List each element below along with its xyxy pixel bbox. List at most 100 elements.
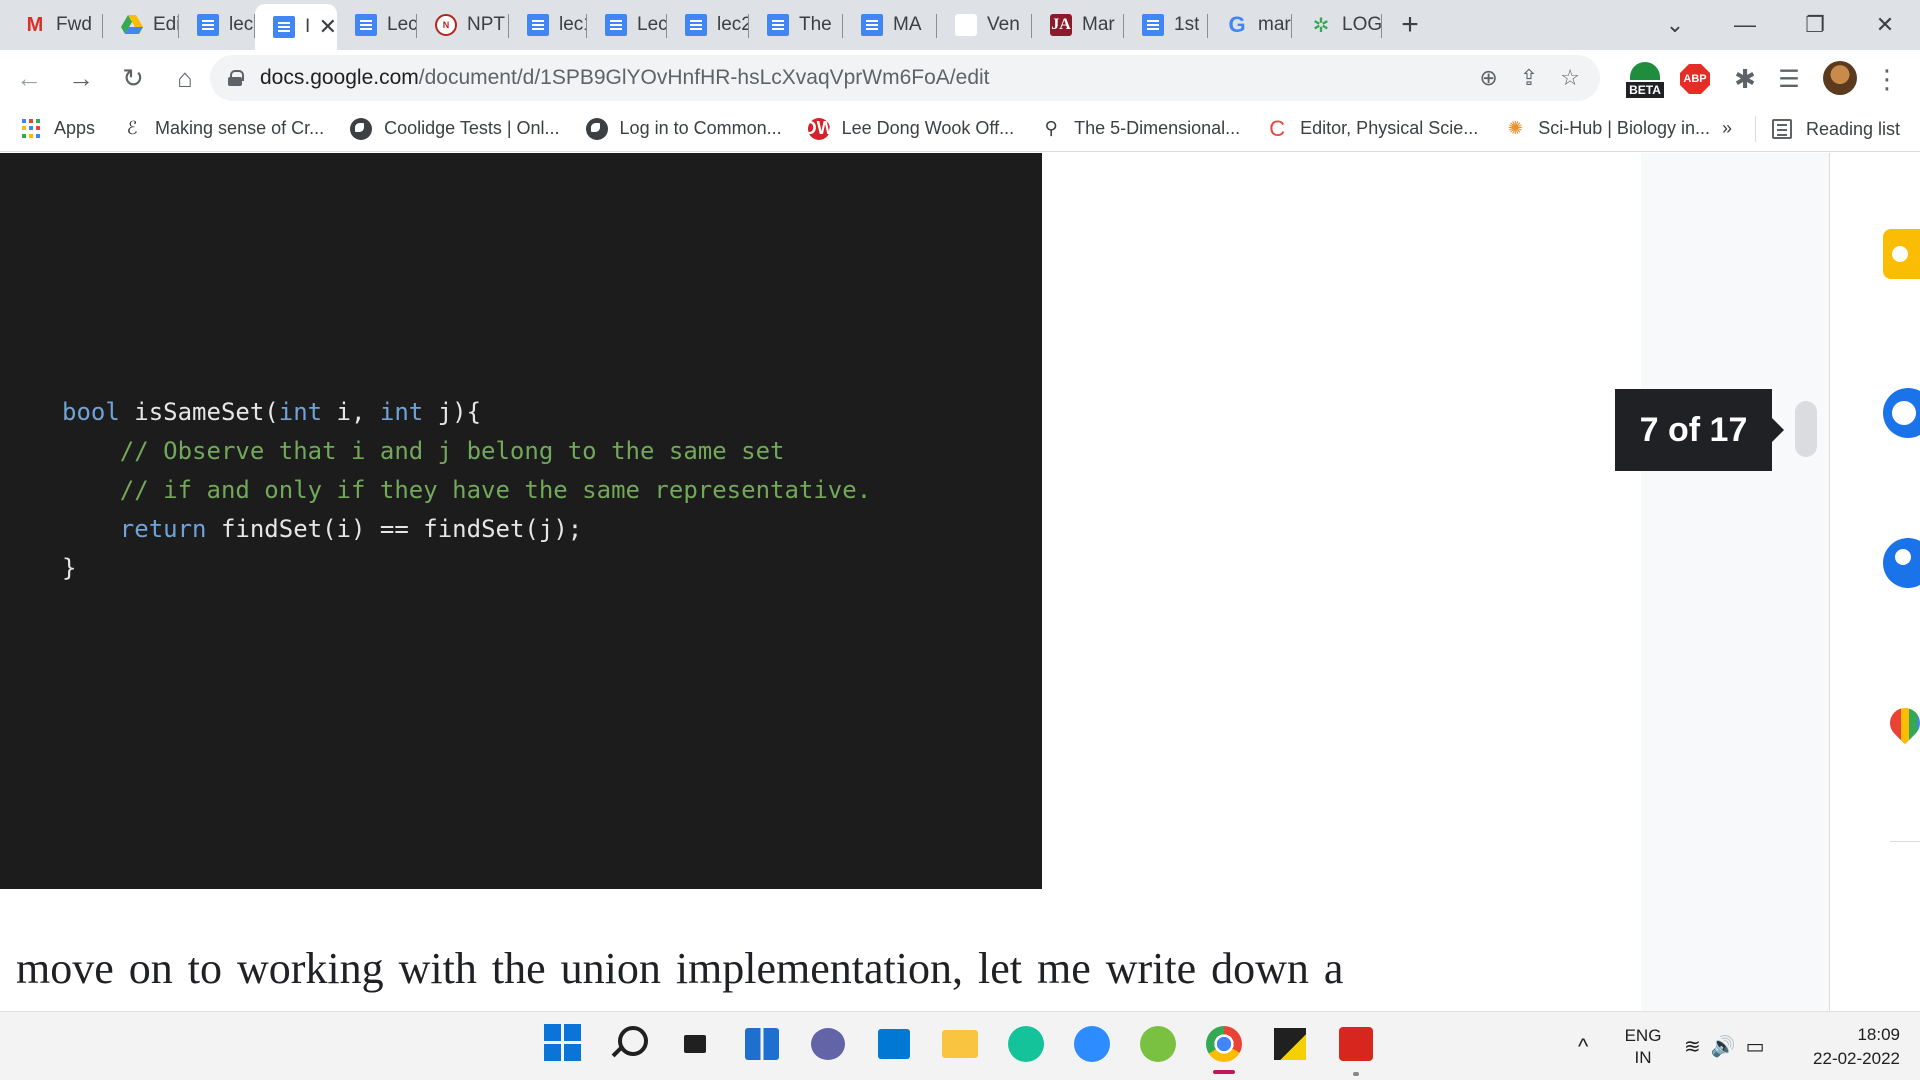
bookmarks-overflow-chevron-icon[interactable]: » — [1722, 118, 1732, 139]
docs-icon — [767, 14, 789, 36]
back-button[interactable]: ← — [6, 55, 52, 101]
task-view-icon[interactable] — [675, 1024, 715, 1064]
tab-5[interactable]: N NPT — [417, 0, 509, 50]
sticky-notes-icon[interactable] — [1270, 1024, 1310, 1064]
address-bar[interactable]: docs.google.com/document/d/1SPB9GlYOvHnf… — [210, 55, 1600, 101]
tab-9[interactable]: The — [749, 0, 843, 50]
clock[interactable]: 18:09 22-02-2022 — [1800, 1012, 1900, 1080]
zoom-app-icon[interactable] — [1072, 1024, 1112, 1064]
page-indicator-tooltip: 7 of 17 — [1615, 389, 1784, 471]
tab-search-chevron-icon[interactable]: ⌄ — [1640, 0, 1710, 50]
extensions-puzzle-icon[interactable]: ✱ — [1728, 62, 1762, 96]
bookmark-item-3[interactable]: DW Lee Dong Wook Off... — [803, 117, 1014, 140]
gmail-icon: M — [26, 13, 44, 36]
file-explorer-icon[interactable] — [940, 1024, 980, 1064]
minimize-button[interactable]: — — [1710, 0, 1780, 50]
google-keep-icon[interactable] — [1883, 229, 1920, 279]
tab-10[interactable]: MA — [843, 0, 937, 50]
tray-overflow-chevron-icon[interactable]: ^ — [1578, 1012, 1588, 1080]
acrobat-reader-icon[interactable] — [1336, 1024, 1376, 1064]
media-control-icon[interactable]: ☰ — [1772, 62, 1806, 96]
docs-icon — [273, 16, 295, 38]
code-screenshot-image[interactable]: bool isSameSet(int i, int j){ // Observe… — [0, 153, 1042, 889]
browser-toolbar: ← → ↻ ⌂ docs.google.com/document/d/1SPB9… — [0, 50, 1920, 106]
bookmark-item-6[interactable]: ✺ Sci-Hub | Biology in... — [1504, 118, 1710, 140]
profile-avatar[interactable] — [1823, 61, 1857, 95]
code-token: ){ — [452, 398, 482, 426]
widgets-icon[interactable] — [742, 1024, 782, 1064]
tab-15[interactable]: ✲ LOG — [1292, 0, 1382, 50]
tab-2[interactable]: lec1 — [179, 0, 255, 50]
reading-list-icon — [1772, 119, 1792, 139]
home-button[interactable]: ⌂ — [162, 55, 208, 101]
language-top: ENG — [1624, 1025, 1662, 1045]
close-window-button[interactable]: ✕ — [1850, 0, 1920, 50]
lock-icon[interactable] — [228, 70, 244, 86]
reading-list-button[interactable]: Reading list — [1772, 106, 1900, 152]
share-icon[interactable]: ⇪ — [1520, 65, 1538, 91]
tab-11[interactable]: Ven — [937, 0, 1032, 50]
side-panel-divider — [1890, 841, 1920, 842]
quick-settings[interactable]: ≋ 🔊 ▭ — [1684, 1012, 1765, 1080]
chrome-taskbar-icon[interactable] — [1204, 1024, 1244, 1064]
bookmark-label: Editor, Physical Scie... — [1300, 118, 1479, 138]
dw-logo-icon: DW — [803, 117, 834, 140]
tab-0[interactable]: M Fwd — [6, 0, 103, 50]
tab-12[interactable]: JA Mar — [1032, 0, 1124, 50]
bookmark-item-4[interactable]: ⚲ The 5-Dimensional... — [1040, 118, 1240, 140]
start-button-windows-icon[interactable] — [544, 1024, 581, 1061]
bookmark-item-0[interactable]: ℰ Making sense of Cr... — [121, 118, 325, 140]
acrobat-running-indicator — [1353, 1072, 1359, 1076]
tab-8[interactable]: lec2 — [667, 0, 749, 50]
tab-close-icon[interactable]: ✕ — [319, 14, 337, 40]
bookmark-apps[interactable]: Apps — [22, 118, 95, 139]
google-tasks-icon[interactable] — [1883, 388, 1920, 438]
adblock-plus-icon[interactable]: ABP — [1680, 64, 1710, 94]
bookmarks-divider — [1755, 116, 1756, 142]
vertical-scrollbar-thumb[interactable] — [1795, 401, 1817, 457]
grammarly-icon[interactable] — [1006, 1024, 1046, 1064]
tab-6[interactable]: lec1 — [509, 0, 587, 50]
code-token: int — [379, 398, 438, 426]
bookmark-item-2[interactable]: Log in to Common... — [585, 117, 782, 140]
code-token: int — [278, 398, 337, 426]
reload-button[interactable]: ↻ — [110, 55, 156, 101]
bookmark-item-1[interactable]: Coolidge Tests | Onl... — [350, 117, 560, 140]
beta-badge: BETA — [1626, 82, 1664, 98]
bookmark-label: Making sense of Cr... — [155, 118, 325, 138]
teams-chat-icon[interactable] — [808, 1024, 848, 1064]
tab-label: Ven — [987, 14, 1020, 35]
language-indicator[interactable]: ENG IN — [1622, 1012, 1664, 1080]
bookmark-star-icon[interactable]: ☆ — [1560, 65, 1580, 91]
forward-button[interactable]: → — [58, 55, 104, 101]
google-contacts-icon[interactable] — [1883, 538, 1920, 588]
code-token: // if and only if they have the same rep… — [62, 476, 872, 504]
docs-icon — [197, 14, 219, 36]
tab-3[interactable]: I ✕ — [255, 4, 337, 50]
bookmark-item-5[interactable]: C Editor, Physical Scie... — [1266, 116, 1479, 141]
document-body-text[interactable]: move on to working with the union implem… — [16, 943, 1343, 994]
chrome-menu-icon[interactable]: ⋮ — [1872, 62, 1902, 96]
evernote-icon[interactable] — [1138, 1024, 1178, 1064]
code-token: j — [437, 398, 453, 426]
tab-4[interactable]: Lec1 — [337, 0, 417, 50]
tab-13[interactable]: 1st — [1124, 0, 1208, 50]
document-canvas[interactable]: bool isSameSet(int i, int j){ // Observe… — [0, 153, 1920, 1011]
beta-extension-icon[interactable]: BETA — [1622, 56, 1668, 102]
zoom-icon[interactable]: ⊕ — [1479, 65, 1497, 91]
google-maps-icon[interactable] — [1883, 698, 1920, 748]
tab-7[interactable]: Lec1 — [587, 0, 667, 50]
log-icon: ✲ — [1312, 14, 1330, 37]
microsoft-store-icon[interactable] — [874, 1024, 914, 1064]
tab-14[interactable]: Gmar — [1208, 0, 1292, 50]
new-tab-button[interactable]: + — [1390, 0, 1430, 50]
code-token: (j); — [524, 515, 583, 543]
tab-1[interactable]: Edit — [103, 0, 179, 50]
clock-time: 18:09 — [1857, 1024, 1900, 1044]
tab-label: LOG — [1342, 14, 1382, 35]
restore-button[interactable]: ❐ — [1780, 0, 1850, 50]
docs-icon — [605, 14, 627, 36]
reading-list-label: Reading list — [1806, 118, 1901, 139]
blank-page-icon — [955, 14, 977, 36]
taskbar-search-icon[interactable] — [610, 1024, 650, 1064]
